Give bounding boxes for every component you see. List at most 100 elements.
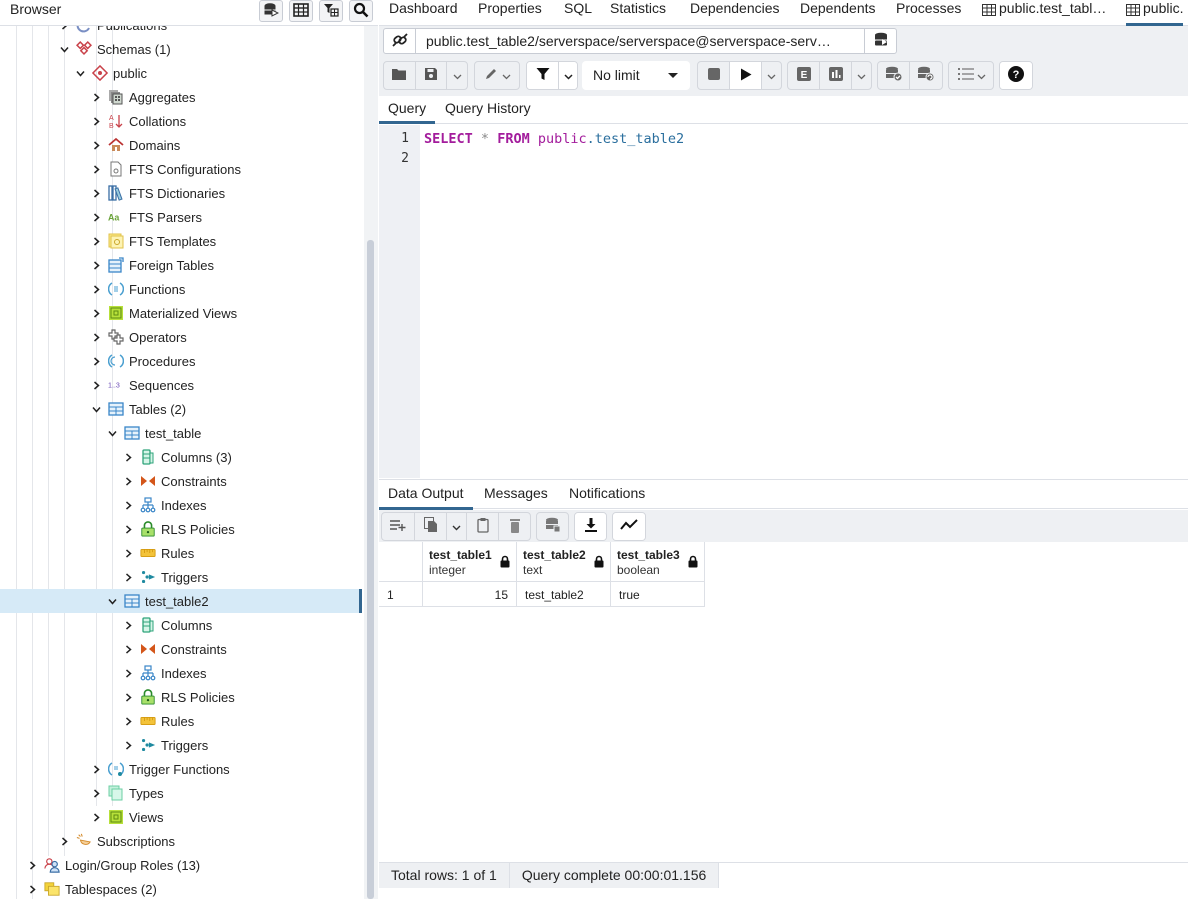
chevron-right-icon[interactable] xyxy=(122,523,134,535)
chevron-right-icon[interactable] xyxy=(122,499,134,511)
tree-node[interactable]: Aggregates xyxy=(0,85,362,109)
chevron-right-icon[interactable] xyxy=(90,811,102,823)
tree-node[interactable]: public xyxy=(0,61,362,85)
chevron-right-icon[interactable] xyxy=(122,571,134,583)
chevron-right-icon[interactable] xyxy=(90,259,102,271)
tree-node[interactable]: Aa FTS Parsers xyxy=(0,205,362,229)
tree-node[interactable]: Trigger Functions xyxy=(0,757,362,781)
grid-cell[interactable]: test_table2 xyxy=(517,582,611,607)
tree-node[interactable]: Login/Group Roles (13) xyxy=(0,853,362,877)
delete-row-button[interactable] xyxy=(499,513,530,540)
sql-code-line[interactable]: SELECT * FROM public.test_table2 xyxy=(424,131,684,147)
chevron-right-icon[interactable] xyxy=(90,331,102,343)
tree-node[interactable]: Functions xyxy=(0,277,362,301)
tab-sql[interactable]: SQL xyxy=(564,0,592,26)
chevron-down-icon[interactable] xyxy=(106,595,118,607)
filter-options-dropdown[interactable] xyxy=(559,62,577,89)
chevron-right-icon[interactable] xyxy=(90,787,102,799)
tree-node[interactable]: Constraints xyxy=(0,637,362,661)
paste-button[interactable] xyxy=(467,513,499,540)
tree-node[interactable]: A B Collations xyxy=(0,109,362,133)
tree-node[interactable]: Rules xyxy=(0,709,362,733)
chevron-right-icon[interactable] xyxy=(122,715,134,727)
tab-query-tool-1[interactable]: public.test_tabl… xyxy=(982,0,1106,26)
chevron-right-icon[interactable] xyxy=(122,667,134,679)
tree-node[interactable]: Rules xyxy=(0,541,362,565)
tree-node[interactable]: Views xyxy=(0,805,362,829)
tree-node[interactable]: Triggers xyxy=(0,565,362,589)
tree-node[interactable]: FTS Configurations xyxy=(0,157,362,181)
chevron-down-icon[interactable] xyxy=(58,43,70,55)
open-file-button[interactable] xyxy=(384,62,416,89)
row-limit-select[interactable]: No limit xyxy=(582,61,690,90)
tree-node[interactable]: Foreign Tables xyxy=(0,253,362,277)
browser-scrollbar-thumb[interactable] xyxy=(367,240,374,899)
connection-db-button[interactable] xyxy=(864,29,896,53)
column-header[interactable]: test_table2 text xyxy=(517,542,611,582)
tree-node[interactable]: Indexes xyxy=(0,661,362,685)
save-options-dropdown[interactable] xyxy=(447,62,467,89)
explain-analyze-button[interactable] xyxy=(820,62,852,89)
tree-node[interactable]: Domains xyxy=(0,133,362,157)
tab-dependents[interactable]: Dependents xyxy=(800,0,876,26)
chevron-right-icon[interactable] xyxy=(90,187,102,199)
tree-node[interactable]: Tables (2) xyxy=(0,397,362,421)
chevron-right-icon[interactable] xyxy=(90,355,102,367)
help-button[interactable]: ? xyxy=(1000,62,1032,89)
chevron-right-icon[interactable] xyxy=(58,26,70,31)
copy-options-dropdown[interactable] xyxy=(447,513,467,540)
tree-node[interactable]: Types xyxy=(0,781,362,805)
chevron-right-icon[interactable] xyxy=(90,91,102,103)
chevron-right-icon[interactable] xyxy=(90,211,102,223)
column-header[interactable]: test_table1 integer xyxy=(423,542,517,582)
graph-visualiser-button[interactable] xyxy=(613,513,645,540)
search-objects-button[interactable] xyxy=(349,0,373,22)
tab-dashboard[interactable]: Dashboard xyxy=(389,0,458,26)
tree-node[interactable]: RLS Policies xyxy=(0,517,362,541)
save-data-changes-button[interactable] xyxy=(537,513,568,540)
tab-query[interactable]: Query xyxy=(379,100,436,124)
tab-statistics[interactable]: Statistics xyxy=(610,0,666,26)
chevron-right-icon[interactable] xyxy=(122,643,134,655)
tree-node[interactable]: test_table xyxy=(0,421,362,445)
column-header[interactable]: test_table3 boolean xyxy=(611,542,705,582)
tree-node[interactable]: 1..3 Sequences xyxy=(0,373,362,397)
download-csv-button[interactable] xyxy=(575,513,606,540)
edit-options-button[interactable] xyxy=(475,62,519,89)
rollback-button[interactable] xyxy=(910,62,942,89)
chevron-right-icon[interactable] xyxy=(90,115,102,127)
chevron-down-icon[interactable] xyxy=(90,403,102,415)
tab-query-tool-2[interactable]: public. xyxy=(1126,0,1184,26)
tab-messages[interactable]: Messages xyxy=(484,485,548,510)
chevron-right-icon[interactable] xyxy=(122,739,134,751)
tab-query-history[interactable]: Query History xyxy=(445,100,531,124)
tree-node[interactable]: RLS Policies xyxy=(0,685,362,709)
execute-options-dropdown[interactable] xyxy=(762,62,781,89)
tree-node[interactable]: FTS Dictionaries xyxy=(0,181,362,205)
chevron-right-icon[interactable] xyxy=(122,547,134,559)
row-number[interactable]: 1 xyxy=(379,582,423,607)
chevron-right-icon[interactable] xyxy=(122,475,134,487)
grid-cell[interactable]: 15 xyxy=(423,582,517,607)
chevron-right-icon[interactable] xyxy=(90,235,102,247)
chevron-right-icon[interactable] xyxy=(122,451,134,463)
grid-corner[interactable] xyxy=(379,542,423,582)
copy-button[interactable] xyxy=(415,513,447,540)
connection-selector[interactable]: public.test_table2/serverspace/serverspa… xyxy=(383,28,897,54)
tree-node[interactable]: Indexes xyxy=(0,493,362,517)
grid-cell[interactable]: true xyxy=(611,582,705,607)
tree-node[interactable]: Columns (3) xyxy=(0,445,362,469)
commit-button[interactable] xyxy=(878,62,910,89)
tab-dependencies[interactable]: Dependencies xyxy=(690,0,780,26)
query-tool-button[interactable] xyxy=(259,0,283,22)
tree-node[interactable]: Procedures xyxy=(0,349,362,373)
chevron-right-icon[interactable] xyxy=(90,379,102,391)
chevron-right-icon[interactable] xyxy=(90,763,102,775)
execute-query-button[interactable] xyxy=(730,62,762,89)
macros-button[interactable] xyxy=(949,62,993,89)
tree-node[interactable]: Publications xyxy=(0,26,362,37)
tree-node[interactable]: FTS Templates xyxy=(0,229,362,253)
chevron-right-icon[interactable] xyxy=(26,859,38,871)
chevron-right-icon[interactable] xyxy=(90,307,102,319)
sql-editor[interactable]: 1 2 SELECT * FROM public.test_table2 xyxy=(379,125,1188,478)
